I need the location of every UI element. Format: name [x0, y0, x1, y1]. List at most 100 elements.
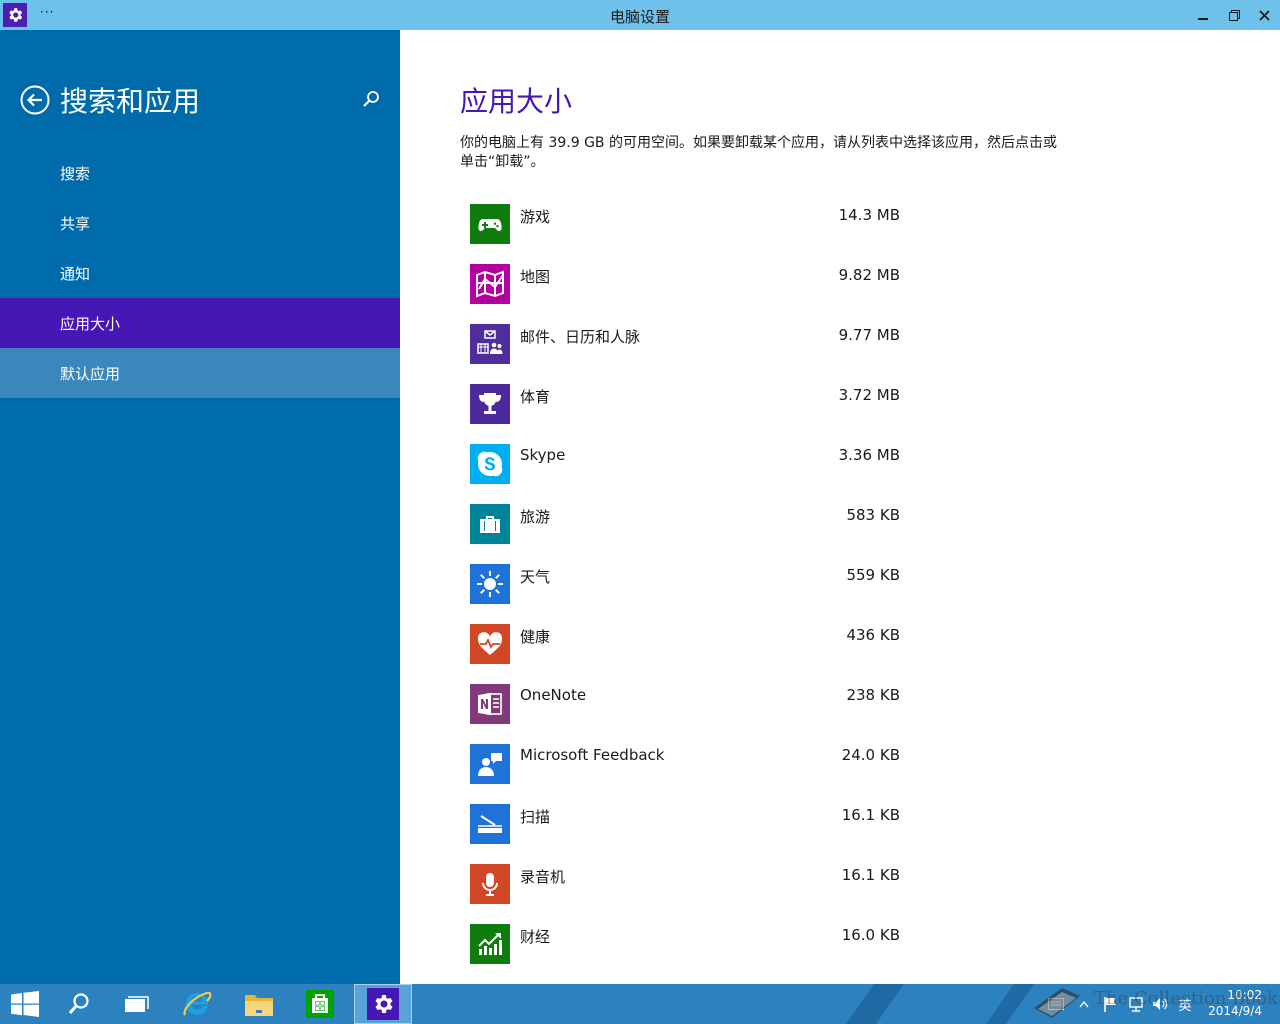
- app-tile: [470, 264, 510, 304]
- list-item[interactable]: 天气 559 KB: [470, 560, 910, 620]
- app-size: 3.72 MB: [838, 386, 900, 404]
- app-tile: [470, 204, 510, 244]
- app-name: 财经: [520, 928, 551, 946]
- task-view-button[interactable]: [108, 984, 166, 1024]
- title-bar: ··· 电脑设置: [0, 0, 1280, 30]
- app-name: 健康: [520, 628, 551, 646]
- list-item[interactable]: 旅游 583 KB: [470, 500, 910, 560]
- search-icon: [363, 91, 379, 107]
- app-tile: [470, 804, 510, 844]
- app-name: 体育: [520, 388, 551, 406]
- app-name: 旅游: [520, 508, 551, 526]
- list-item[interactable]: 财经 16.0 KB: [470, 920, 910, 980]
- app-size: 14.3 MB: [838, 206, 900, 224]
- app-size: 16.1 KB: [841, 806, 900, 824]
- app-name: 扫描: [520, 808, 551, 826]
- windows-logo-icon: [11, 991, 39, 1017]
- list-item[interactable]: 体育 3.72 MB: [470, 380, 910, 440]
- app-size: 9.77 MB: [838, 326, 900, 344]
- search-button[interactable]: [50, 984, 108, 1024]
- main-content: 应用大小 你的电脑上有 39.9 GB 的可用空间。如果要卸载某个应用，请从列表…: [400, 30, 1280, 984]
- app-size: 583 KB: [846, 506, 900, 524]
- sidebar-item-app-sizes[interactable]: 应用大小: [0, 298, 400, 348]
- chevron-up-icon: [1079, 1000, 1089, 1008]
- pc-settings-button[interactable]: [354, 984, 412, 1024]
- sidebar-item-default-apps[interactable]: 默认应用: [0, 348, 400, 398]
- taskbar-decoration: [845, 984, 905, 1024]
- finance-chart-icon: [478, 933, 502, 955]
- page-title: 应用大小: [460, 85, 573, 118]
- app-tile: [470, 504, 510, 544]
- app-size: 24.0 KB: [841, 746, 900, 764]
- app-tile: [470, 924, 510, 964]
- back-arrow-icon: [20, 85, 50, 115]
- app-size: 9.82 MB: [838, 266, 900, 284]
- app-name: 地图: [520, 268, 551, 286]
- show-hidden-icons-button[interactable]: [1076, 996, 1092, 1012]
- sidebar-nav: 搜索 共享 通知 应用大小 默认应用: [0, 148, 400, 398]
- app-name: Skype: [520, 446, 566, 464]
- app-name: Microsoft Feedback: [520, 746, 665, 764]
- store-button[interactable]: [291, 984, 349, 1024]
- app-tile: [470, 564, 510, 604]
- file-explorer-button[interactable]: [230, 984, 288, 1024]
- gear-icon: [375, 995, 393, 1013]
- app-tile: [470, 384, 510, 424]
- app-tile: [470, 744, 510, 784]
- app-tile: [470, 324, 510, 364]
- app-name: 游戏: [520, 208, 551, 226]
- sidebar-item-search[interactable]: 搜索: [0, 148, 400, 198]
- taskbar: 英 10:02 2014/9/4: [0, 984, 1280, 1024]
- app-name: 天气: [520, 568, 551, 586]
- store-icon: [306, 990, 334, 1018]
- trophy-icon: [479, 393, 501, 414]
- app-tile: [470, 444, 510, 484]
- back-button[interactable]: [20, 85, 50, 115]
- onenote-icon: [478, 693, 502, 715]
- app-tile: [470, 684, 510, 724]
- app-size: 559 KB: [846, 566, 900, 584]
- list-item[interactable]: 游戏 14.3 MB: [470, 200, 910, 260]
- internet-explorer-button[interactable]: [168, 984, 226, 1024]
- minimize-icon: [1198, 18, 1208, 20]
- sidebar-item-share[interactable]: 共享: [0, 198, 400, 248]
- settings-tile: [367, 988, 399, 1020]
- scanner-icon: [478, 815, 502, 833]
- taskbar-decoration: [985, 984, 1035, 1024]
- sidebar-item-notifications[interactable]: 通知: [0, 248, 400, 298]
- app-size: 3.36 MB: [838, 446, 900, 464]
- restore-icon: [1228, 9, 1240, 21]
- keyboard-icon[interactable]: [1048, 996, 1064, 1012]
- storage-description: 你的电脑上有 39.9 GB 的可用空间。如果要卸载某个应用，请从列表中选择该应…: [460, 135, 1057, 170]
- close-button[interactable]: [1254, 5, 1274, 25]
- app-size: 238 KB: [846, 686, 900, 704]
- ie-icon: [183, 991, 212, 1016]
- minimize-button[interactable]: [1193, 5, 1213, 25]
- list-item[interactable]: 扫描 16.1 KB: [470, 800, 910, 860]
- close-icon: [1258, 9, 1270, 21]
- start-button[interactable]: [0, 984, 54, 1024]
- suitcase-icon: [480, 516, 500, 533]
- list-item[interactable]: Skype 3.36 MB: [470, 440, 910, 500]
- list-item[interactable]: Microsoft Feedback 24.0 KB: [470, 740, 910, 800]
- list-item[interactable]: OneNote 238 KB: [470, 680, 910, 740]
- sidebar-title: 搜索和应用: [60, 85, 201, 118]
- list-item[interactable]: 地图 9.82 MB: [470, 260, 910, 320]
- settings-search-button[interactable]: [362, 90, 380, 108]
- heart-rate-icon: [477, 632, 503, 655]
- list-item[interactable]: 邮件、日历和人脉 9.77 MB: [470, 320, 910, 380]
- list-item[interactable]: 录音机 16.1 KB: [470, 860, 910, 920]
- app-size: 16.1 KB: [841, 866, 900, 884]
- list-item[interactable]: 健康 436 KB: [470, 620, 910, 680]
- search-icon: [68, 993, 89, 1014]
- feedback-icon: [478, 753, 502, 776]
- watermark-text: The Collection Book: [1094, 988, 1278, 1009]
- sun-icon: [477, 571, 503, 597]
- mail-calendar-people-icon: [477, 330, 503, 354]
- map-icon: [476, 270, 504, 298]
- settings-sidebar: 搜索和应用 搜索 共享 通知 应用大小 默认应用: [0, 30, 400, 984]
- restore-button[interactable]: [1224, 5, 1244, 25]
- gamepad-icon: [478, 219, 502, 231]
- app-name: 录音机: [520, 868, 566, 886]
- app-name: 邮件、日历和人脉: [520, 328, 641, 346]
